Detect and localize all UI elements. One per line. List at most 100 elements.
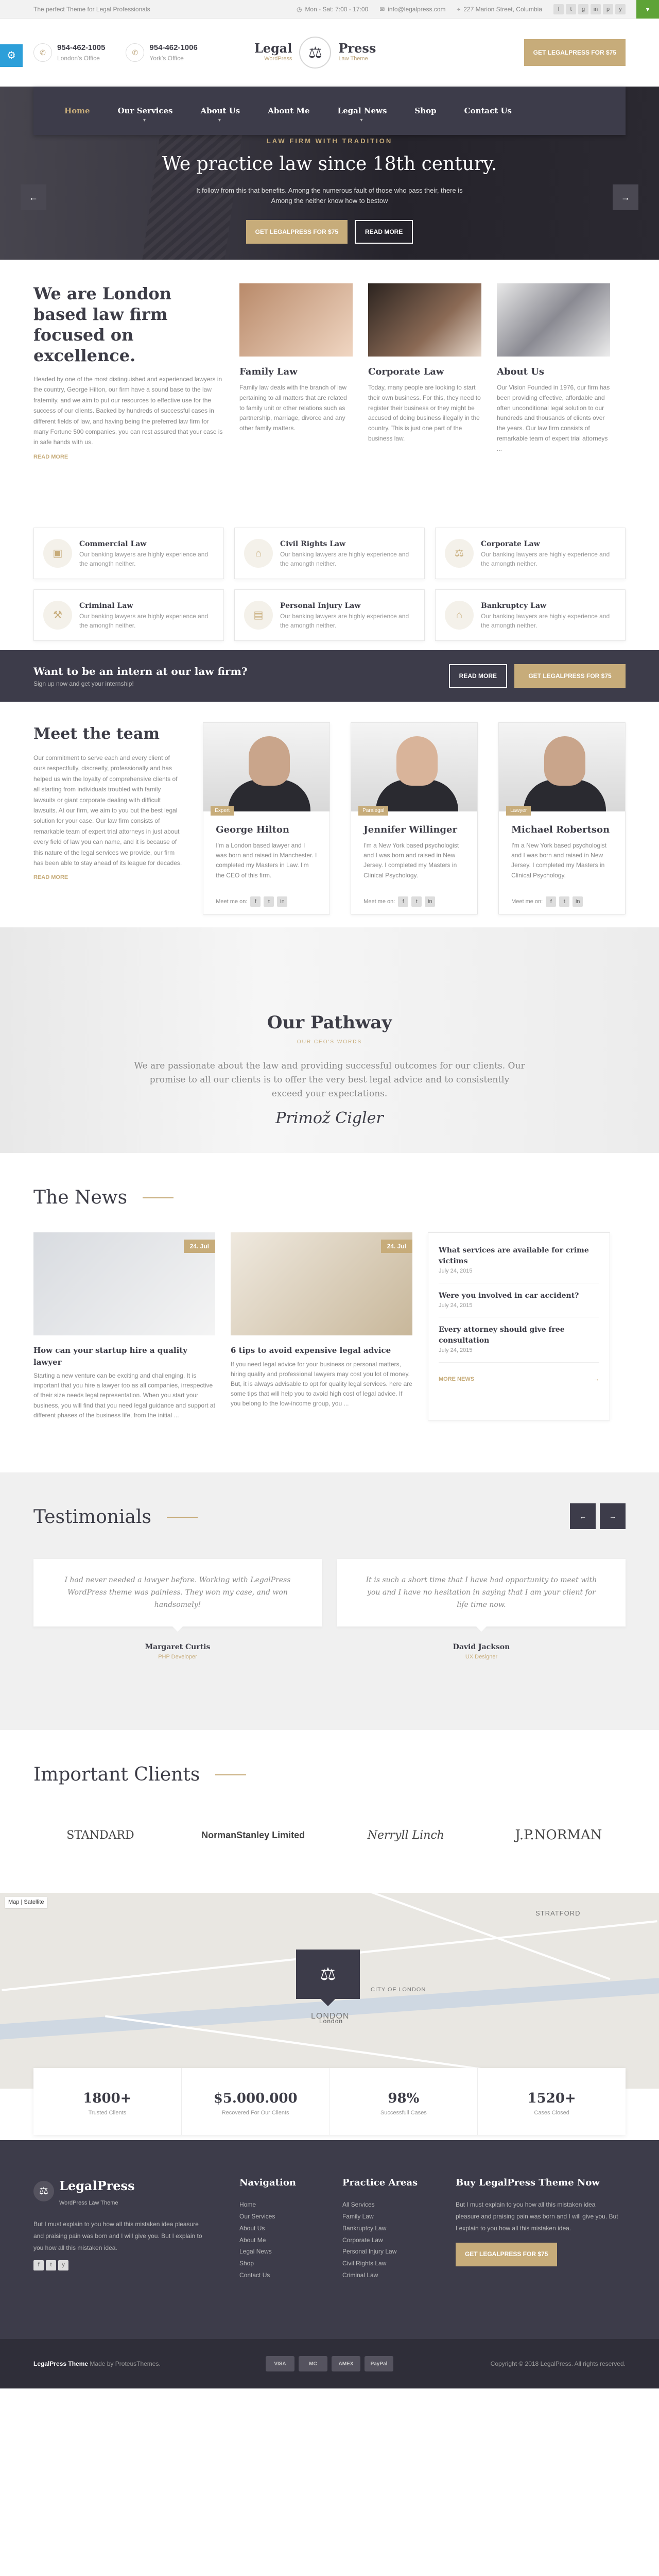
intern-read-more-button[interactable]: Read more xyxy=(448,664,507,688)
news-card-excerpt: Starting a new venture can be exciting a… xyxy=(33,1372,215,1419)
testimonial-role: PHP Developer xyxy=(158,1654,197,1660)
footer-link[interactable]: About Us xyxy=(239,2223,311,2234)
footer-logo[interactable]: LegalPress xyxy=(59,2174,135,2198)
footer-link[interactable]: Family Law xyxy=(342,2211,425,2223)
footer-nav-title: Navigation xyxy=(239,2177,296,2188)
linkedin-icon[interactable]: in xyxy=(591,4,601,14)
footer-link[interactable]: Bankruptcy Law xyxy=(342,2223,425,2234)
ceo-signature: Primož Cigler xyxy=(275,1109,384,1127)
box-commercial-law[interactable]: ▣ Commercial Law Our banking lawyers are h… xyxy=(33,528,224,579)
map-marker-icon[interactable]: ⚖ xyxy=(296,1950,360,2006)
news-card[interactable]: 24. Jul 6 tips to avoid expensive legal … xyxy=(231,1232,412,1420)
news-list-item[interactable]: What services are available for crime vi… xyxy=(439,1238,599,1283)
expand-icon[interactable]: ▾ xyxy=(636,0,659,19)
amex-icon: AMEX xyxy=(331,2356,360,2371)
news-card-title[interactable]: 6 tips to avoid expensive legal advice xyxy=(231,1345,412,1357)
more-news-link[interactable]: MORE NEWS xyxy=(439,1375,594,1384)
intro-read-more-link[interactable]: READ MORE xyxy=(33,453,68,462)
footer-link[interactable]: Corporate Law xyxy=(342,2234,425,2246)
testimonial-author: David Jackson xyxy=(453,1643,510,1652)
box-personal-injury-law[interactable]: ▤ Personal Injury Law Our banking lawyers … xyxy=(234,589,425,641)
footer-buy-button[interactable]: Get LegalPress for $75 xyxy=(456,2242,558,2266)
pathway-title: Our Pathway xyxy=(267,1012,392,1033)
service-corporate-law[interactable]: Corporate Law Today, many people are loo… xyxy=(368,283,481,462)
footer-link[interactable]: Personal Injury Law xyxy=(342,2246,425,2258)
arrow-right-icon[interactable]: → xyxy=(594,1375,599,1384)
client-logo-normanstanley[interactable]: NormanStanley Limited xyxy=(186,1828,320,1842)
phone-icon: ✆ xyxy=(33,43,52,62)
map-type-control[interactable]: Map | Satellite xyxy=(5,1897,47,1908)
box-civil-rights-law[interactable]: ⌂ Civil Rights Law Our banking lawyers are… xyxy=(234,528,425,579)
intern-buy-button[interactable]: Get LegalPress for $75 xyxy=(514,664,626,688)
youtube-icon[interactable]: y xyxy=(615,4,626,14)
footer-link[interactable]: Shop xyxy=(239,2258,311,2269)
email-info[interactable]: ✉ info@legalpress.com xyxy=(379,5,445,14)
facebook-icon[interactable]: f xyxy=(250,896,261,907)
location-map[interactable]: Map | Satellite STRATFORD LONDON CITY OF… xyxy=(0,1893,659,2089)
facebook-icon[interactable]: f xyxy=(546,896,557,907)
stat-item: 98% Successfull Cases xyxy=(330,2068,478,2135)
nav-about-me[interactable]: About Me xyxy=(268,105,309,117)
linkedin-icon[interactable]: in xyxy=(573,896,583,907)
address-info: ⌖ 227 Marion Street, Columbia xyxy=(457,6,542,13)
twitter-icon[interactable]: t xyxy=(411,896,422,907)
document-icon: ▤ xyxy=(244,601,273,630)
nav-our-services[interactable]: Our Services xyxy=(118,105,173,124)
google-icon[interactable]: g xyxy=(578,4,588,14)
twitter-icon[interactable]: t xyxy=(46,2260,56,2270)
client-logo-standard[interactable]: STANDARD xyxy=(33,1827,167,1844)
get-legalpress-button[interactable]: Get LegalPress for $75 xyxy=(524,39,626,66)
testimonial-author: Margaret Curtis xyxy=(145,1643,211,1652)
footer-link[interactable]: About Me xyxy=(239,2234,311,2246)
footer-link[interactable]: Civil Rights Law xyxy=(342,2258,425,2269)
box-corporate-law[interactable]: ⚖ Corporate Law Our banking lawyers are hi… xyxy=(435,528,626,579)
twitter-icon[interactable]: t xyxy=(559,896,570,907)
news-card[interactable]: 24. Jul How can your startup hire a qual… xyxy=(33,1232,215,1420)
client-logo-jp-norman[interactable]: J.P.NORMAN xyxy=(492,1825,626,1845)
hero-read-more-button[interactable]: Read more xyxy=(355,220,413,244)
facebook-icon[interactable]: f xyxy=(398,896,409,907)
team-read-more-link[interactable]: READ MORE xyxy=(33,873,68,882)
nav-home[interactable]: Home xyxy=(64,105,90,117)
footer: ⚖ LegalPress WordPress Law Theme But I mus… xyxy=(0,2140,659,2339)
linkedin-icon[interactable]: in xyxy=(277,896,288,907)
footer-link[interactable]: Legal News xyxy=(239,2246,311,2258)
news-list-item[interactable]: Every attorney should give free consulta… xyxy=(439,1317,599,1363)
footer-link[interactable]: Criminal Law xyxy=(342,2269,425,2281)
site-logo[interactable]: Legal WordPress ⚖ Press Law Theme xyxy=(254,37,376,69)
facebook-icon[interactable]: f xyxy=(553,4,564,14)
stat-item: 1520+ Cases Closed xyxy=(527,2091,576,2116)
news-card-title[interactable]: How can your startup hire a quality lawy… xyxy=(33,1345,215,1368)
nav-about-us[interactable]: About Us xyxy=(201,105,240,124)
footer-link[interactable]: Home xyxy=(239,2199,311,2211)
team-text: Our commitment to serve each and every c… xyxy=(33,754,182,867)
box-bankruptcy-law[interactable]: ⌂ Bankruptcy Law Our banking lawyers are h… xyxy=(435,589,626,641)
news-list-item[interactable]: Were you involved in car accident? July 2… xyxy=(439,1283,599,1317)
twitter-icon[interactable]: t xyxy=(566,4,576,14)
copyright: Copyright © 2018 LegalPress. All rights … xyxy=(490,2360,626,2367)
prev-testimonial-icon[interactable]: ← xyxy=(570,1503,596,1529)
news-title: The News xyxy=(33,1184,626,1212)
pinterest-icon[interactable]: p xyxy=(603,4,613,14)
service-family-law[interactable]: Family Law Family law deals with the bra… xyxy=(239,283,353,462)
footer-link[interactable]: Contact Us xyxy=(239,2269,311,2281)
linkedin-icon[interactable]: in xyxy=(425,896,436,907)
hero-buy-button[interactable]: Get LegalPress for $75 xyxy=(246,220,348,244)
pathway-text: We are passionate about the law and prov… xyxy=(134,1061,525,1099)
service-about-us[interactable]: About Us Our Vision Founded in 1976, our… xyxy=(497,283,610,462)
nav-legal-news[interactable]: Legal News xyxy=(338,105,387,124)
client-logo-nerryll-linch[interactable]: Nerryll Linch xyxy=(339,1827,473,1844)
box-criminal-law[interactable]: ⚒ Criminal Law Our banking lawyers are hig… xyxy=(33,589,224,641)
footer-link[interactable]: All Services xyxy=(342,2199,425,2211)
footer-link[interactable]: Our Services xyxy=(239,2211,311,2223)
intern-subtitle: Sign up now and get your internship! xyxy=(33,680,134,687)
nav-contact-us[interactable]: Contact Us xyxy=(464,105,512,117)
facebook-icon[interactable]: f xyxy=(33,2260,44,2270)
youtube-icon[interactable]: y xyxy=(58,2260,68,2270)
hero-eyebrow: LAW FIRM WITH TRADITION xyxy=(266,137,393,145)
gear-icon[interactable]: ⚙ xyxy=(0,44,23,67)
hero-caption: LAW FIRM WITH TRADITION We practice law … xyxy=(0,136,659,244)
twitter-icon[interactable]: t xyxy=(264,896,274,907)
next-testimonial-icon[interactable]: → xyxy=(600,1503,626,1529)
nav-shop[interactable]: Shop xyxy=(414,105,436,117)
